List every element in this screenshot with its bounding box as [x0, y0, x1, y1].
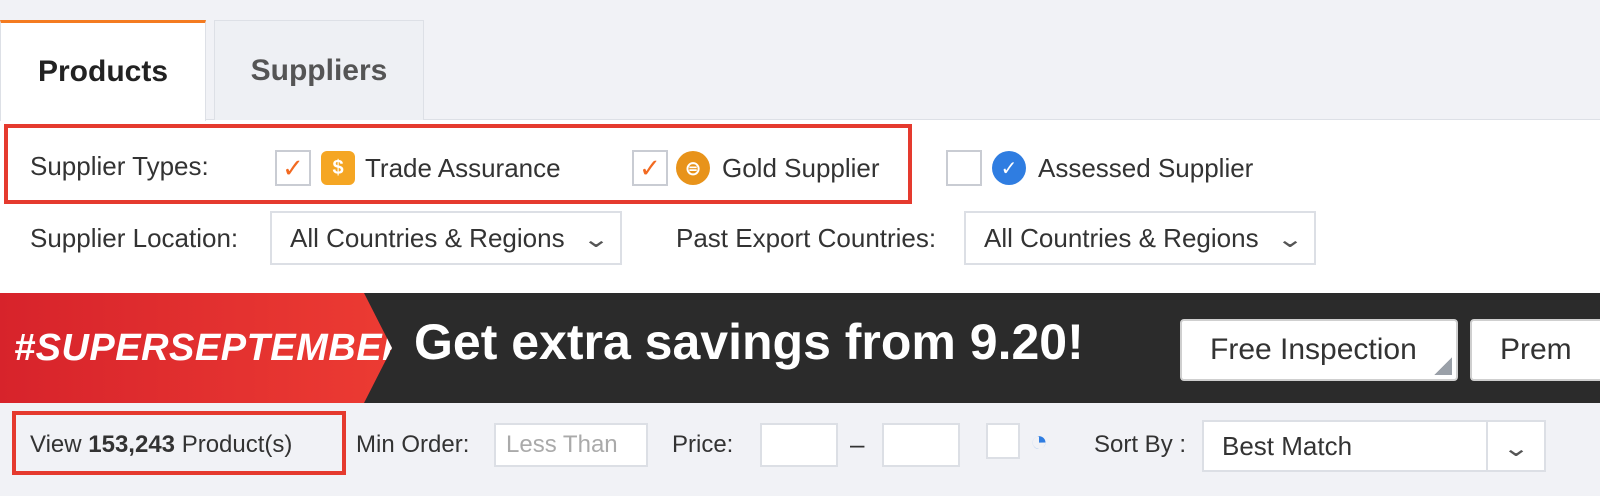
free-inspection-button[interactable]: Free Inspection	[1180, 319, 1458, 381]
sort-by-value: Best Match	[1222, 430, 1353, 461]
corner-fold-icon	[1434, 357, 1452, 375]
past-export-select[interactable]: All Countries & Regions ⌄	[964, 211, 1316, 265]
gold-coin-icon: ⊜	[676, 151, 710, 185]
supplier-types-label: Supplier Types:	[30, 150, 209, 181]
supplier-location-value: All Countries & Regions	[290, 222, 565, 253]
assessed-supplier-label[interactable]: Assessed Supplier	[1038, 153, 1253, 184]
min-order-input[interactable]: Less Than	[494, 423, 648, 467]
hashtag-text: #SUPERSEPTEMBER	[14, 326, 411, 369]
trade-assurance-checkbox[interactable]: ✓	[275, 150, 311, 186]
product-count: View 153,243 Product(s)	[30, 431, 292, 459]
tab-products[interactable]: Products	[0, 20, 206, 121]
supplier-location-label: Supplier Location:	[30, 222, 239, 253]
trade-assurance-label[interactable]: Trade Assurance	[365, 153, 561, 184]
price-label: Price:	[672, 431, 734, 458]
gold-supplier-label[interactable]: Gold Supplier	[722, 153, 880, 184]
select-divider	[1486, 422, 1488, 470]
view-suffix: Product(s)	[175, 431, 293, 458]
view-prefix: View	[30, 431, 89, 458]
promo-banner[interactable]: #SUPERSEPTEMBER Get extra savings from 9…	[0, 293, 1600, 403]
chevron-down-icon: ⌄	[1501, 435, 1531, 462]
price-min-input[interactable]	[760, 423, 838, 467]
tab-bar: Products Suppliers	[0, 0, 1600, 121]
sort-by-label: Sort By :	[1094, 431, 1187, 458]
price-max-input[interactable]	[882, 423, 960, 467]
premium-label: Prem	[1500, 333, 1572, 366]
min-order-placeholder: Less Than	[506, 431, 618, 458]
assessed-supplier-checkbox[interactable]	[946, 150, 982, 186]
supplier-location-select[interactable]: All Countries & Regions ⌄	[270, 211, 622, 265]
tab-suppliers[interactable]: Suppliers	[214, 20, 424, 120]
supplier-types-row: Supplier Types:	[30, 146, 209, 186]
free-inspection-label: Free Inspection	[1210, 333, 1417, 366]
past-export-label: Past Export Countries:	[676, 222, 937, 253]
shield-dollar-icon: $	[321, 151, 355, 185]
option-checkbox[interactable]	[986, 423, 1020, 459]
price-separator: –	[850, 429, 865, 459]
verified-badge-icon: ✓	[992, 151, 1026, 185]
product-count-number: 153,243	[88, 431, 176, 458]
premium-button[interactable]: Prem	[1470, 319, 1600, 381]
sort-by-select[interactable]: Best Match ⌄	[1202, 420, 1546, 472]
results-toolbar: View 153,243 Product(s) Min Order: Less …	[0, 403, 1600, 496]
hashtag-badge: #SUPERSEPTEMBER	[0, 293, 392, 403]
min-order-label: Min Order:	[356, 431, 470, 458]
chevron-down-icon: ⌄	[581, 226, 611, 253]
gold-supplier-checkbox[interactable]: ✓	[632, 150, 668, 186]
past-export-value: All Countries & Regions	[984, 222, 1259, 253]
chevron-down-icon: ⌄	[1275, 226, 1305, 253]
banner-headline: Get extra savings from 9.20!	[414, 314, 1084, 370]
face-icon: ◔	[1030, 425, 1049, 458]
